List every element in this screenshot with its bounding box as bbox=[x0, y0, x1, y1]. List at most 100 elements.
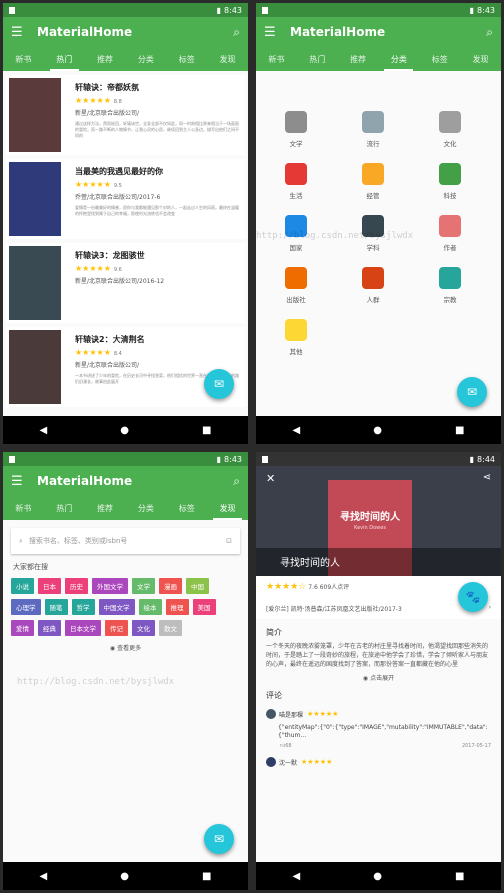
search-icon[interactable]: ⌕ bbox=[486, 25, 493, 40]
tab-tags[interactable]: 标签 bbox=[166, 496, 207, 520]
cover-subtitle: Kevin Dowes bbox=[354, 525, 386, 531]
tag-chip[interactable]: 心理学 bbox=[11, 599, 41, 615]
tab-tags[interactable]: 标签 bbox=[166, 47, 207, 71]
stars-glyphs: ★★★★★ bbox=[75, 96, 111, 105]
comment-stars: ★★★★★ bbox=[307, 710, 339, 718]
tag-chip[interactable]: 小说 bbox=[11, 578, 34, 594]
category-icon bbox=[362, 111, 384, 133]
category-item[interactable]: 科技 bbox=[430, 163, 470, 200]
tab-discover[interactable]: 发现 bbox=[207, 47, 248, 71]
book-cover bbox=[9, 162, 61, 236]
rating-value: 9.6 bbox=[113, 267, 122, 273]
tag-chip[interactable]: 传记 bbox=[105, 620, 128, 636]
tag-chip[interactable]: 绘本 bbox=[138, 599, 162, 615]
category-item[interactable]: 文学 bbox=[276, 111, 316, 148]
home-icon[interactable]: ● bbox=[373, 425, 382, 436]
tag-chip[interactable]: 漫画 bbox=[159, 578, 182, 594]
category-item[interactable]: 出版社 bbox=[276, 267, 316, 304]
category-item[interactable]: 文化 bbox=[430, 111, 470, 148]
back-icon[interactable]: ◀ bbox=[40, 871, 48, 882]
search-icon[interactable]: ⌕ bbox=[233, 474, 240, 489]
tab-hot[interactable]: 热门 bbox=[44, 496, 85, 520]
menu-icon[interactable]: ☰ bbox=[264, 25, 286, 40]
book-publisher: 新星/北京联合出版公司/ bbox=[75, 362, 140, 369]
category-item[interactable]: 宗教 bbox=[430, 267, 470, 304]
tab-recommend[interactable]: 推荐 bbox=[85, 496, 126, 520]
recent-icon[interactable]: ■ bbox=[455, 425, 464, 436]
recent-icon[interactable]: ■ bbox=[202, 425, 211, 436]
book-publisher: 乔萱/北京联合出版公司/2017-6 bbox=[75, 194, 161, 201]
tag-chip[interactable]: 散文 bbox=[159, 620, 182, 636]
menu-icon[interactable]: ☰ bbox=[11, 25, 33, 40]
tag-chip[interactable]: 推理 bbox=[165, 599, 189, 615]
tab-category[interactable]: 分类 bbox=[125, 47, 166, 71]
tab-discover[interactable]: 发现 bbox=[460, 47, 501, 71]
tag-chip[interactable]: 文化 bbox=[132, 620, 155, 636]
tab-new[interactable]: 新书 bbox=[3, 47, 44, 71]
tab-new[interactable]: 新书 bbox=[3, 496, 44, 520]
comment-date: 2017-05-17 bbox=[461, 743, 491, 749]
tag-chip[interactable]: 中国 bbox=[186, 578, 209, 594]
tab-discover[interactable]: 发现 bbox=[207, 496, 248, 520]
tag-chip[interactable]: 美国 bbox=[192, 599, 216, 615]
home-icon[interactable]: ● bbox=[373, 871, 382, 882]
close-icon[interactable]: ✕ bbox=[266, 472, 275, 485]
app-title: MaterialHome bbox=[37, 25, 133, 39]
paw-icon[interactable]: 🐾 bbox=[458, 582, 488, 612]
share-icon[interactable]: ⋖ bbox=[483, 472, 491, 483]
category-item[interactable]: 流行 bbox=[353, 111, 393, 148]
tag-chip[interactable]: 文学 bbox=[132, 578, 155, 594]
tag-chip[interactable]: 经典 bbox=[38, 620, 61, 636]
back-icon[interactable]: ◀ bbox=[293, 871, 301, 882]
category-icon bbox=[439, 111, 461, 133]
mail-icon[interactable]: ✉ bbox=[457, 377, 487, 407]
status-time: 8:43 bbox=[477, 5, 495, 15]
category-item[interactable]: 人群 bbox=[353, 267, 393, 304]
home-icon[interactable]: ● bbox=[120, 425, 129, 436]
tag-chip[interactable]: 随笔 bbox=[44, 599, 68, 615]
tab-recommend[interactable]: 推荐 bbox=[338, 47, 379, 71]
nav-bar: ◀ ● ■ bbox=[3, 416, 248, 444]
tab-hot[interactable]: 热门 bbox=[44, 47, 85, 71]
comment-user: 喵是那棵 bbox=[279, 711, 304, 719]
tag-chip[interactable]: 日本文学 bbox=[65, 620, 101, 636]
recent-icon[interactable]: ■ bbox=[455, 871, 464, 882]
tab-hot[interactable]: 热门 bbox=[297, 47, 338, 71]
category-item[interactable]: 生活 bbox=[276, 163, 316, 200]
tab-category[interactable]: 分类 bbox=[378, 47, 419, 71]
author-publisher: [爱尔兰] 凯特·汤普森/江苏凤凰文艺出版社/2017-3 bbox=[266, 606, 402, 613]
tab-new[interactable]: 新书 bbox=[256, 47, 297, 71]
tag-chip[interactable]: 爱情 bbox=[11, 620, 34, 636]
book-item[interactable]: 当最美的我遇见最好的你 ★★★★★ 9.5 乔萱/北京联合出版公司/2017-6 爱情是… bbox=[6, 159, 245, 239]
book-item[interactable]: 轩辕诀：帝都妖氛 ★★★★★ 8.8 新星/北京联合出版公司/通过这样方法，然而轮回，… bbox=[6, 75, 245, 155]
menu-icon[interactable]: ☰ bbox=[11, 474, 33, 489]
tag-chip[interactable]: 中国文学 bbox=[98, 599, 135, 615]
search-icon[interactable]: ⌕ bbox=[233, 25, 240, 40]
category-item[interactable]: 作者 bbox=[430, 215, 470, 252]
tag-chip[interactable]: 哲学 bbox=[71, 599, 95, 615]
back-icon[interactable]: ◀ bbox=[40, 425, 48, 436]
mail-icon[interactable]: ✉ bbox=[204, 369, 234, 399]
tag-chip[interactable]: 日本 bbox=[38, 578, 61, 594]
tag-chip[interactable]: 历史 bbox=[65, 578, 88, 594]
home-icon[interactable]: ● bbox=[120, 871, 129, 882]
tag-chip[interactable]: 外国文学 bbox=[92, 578, 128, 594]
expand-button[interactable]: ◉ 点击展开 bbox=[256, 673, 501, 682]
category-label: 科技 bbox=[443, 192, 457, 200]
tab-category[interactable]: 分类 bbox=[125, 496, 166, 520]
tab-recommend[interactable]: 推荐 bbox=[85, 47, 126, 71]
view-more-button[interactable]: ◉ 查看更多 bbox=[3, 643, 248, 652]
recent-icon[interactable]: ■ bbox=[202, 871, 211, 882]
mail-icon[interactable]: ✉ bbox=[204, 824, 234, 854]
book-item[interactable]: 轩辕诀3：龙图骇世 ★★★★★ 9.6 新星/北京联合出版公司/2016-12 bbox=[6, 243, 245, 323]
tab-tags[interactable]: 标签 bbox=[419, 47, 460, 71]
category-item[interactable]: 其他 bbox=[276, 319, 316, 356]
back-icon[interactable]: ◀ bbox=[293, 425, 301, 436]
tab-bar: 新书 热门 推荐 分类 标签 发现 bbox=[3, 47, 248, 71]
scan-icon[interactable]: ⊡ bbox=[226, 537, 232, 545]
rating-value: 7.6 bbox=[308, 584, 318, 591]
category-label: 文学 bbox=[289, 140, 303, 148]
signal-icon: ▮ bbox=[469, 5, 475, 15]
category-item[interactable]: 经管 bbox=[353, 163, 393, 200]
search-input[interactable]: ⌕ 搜索书名、标签、类别或isbn号 ⊡ bbox=[11, 528, 240, 554]
